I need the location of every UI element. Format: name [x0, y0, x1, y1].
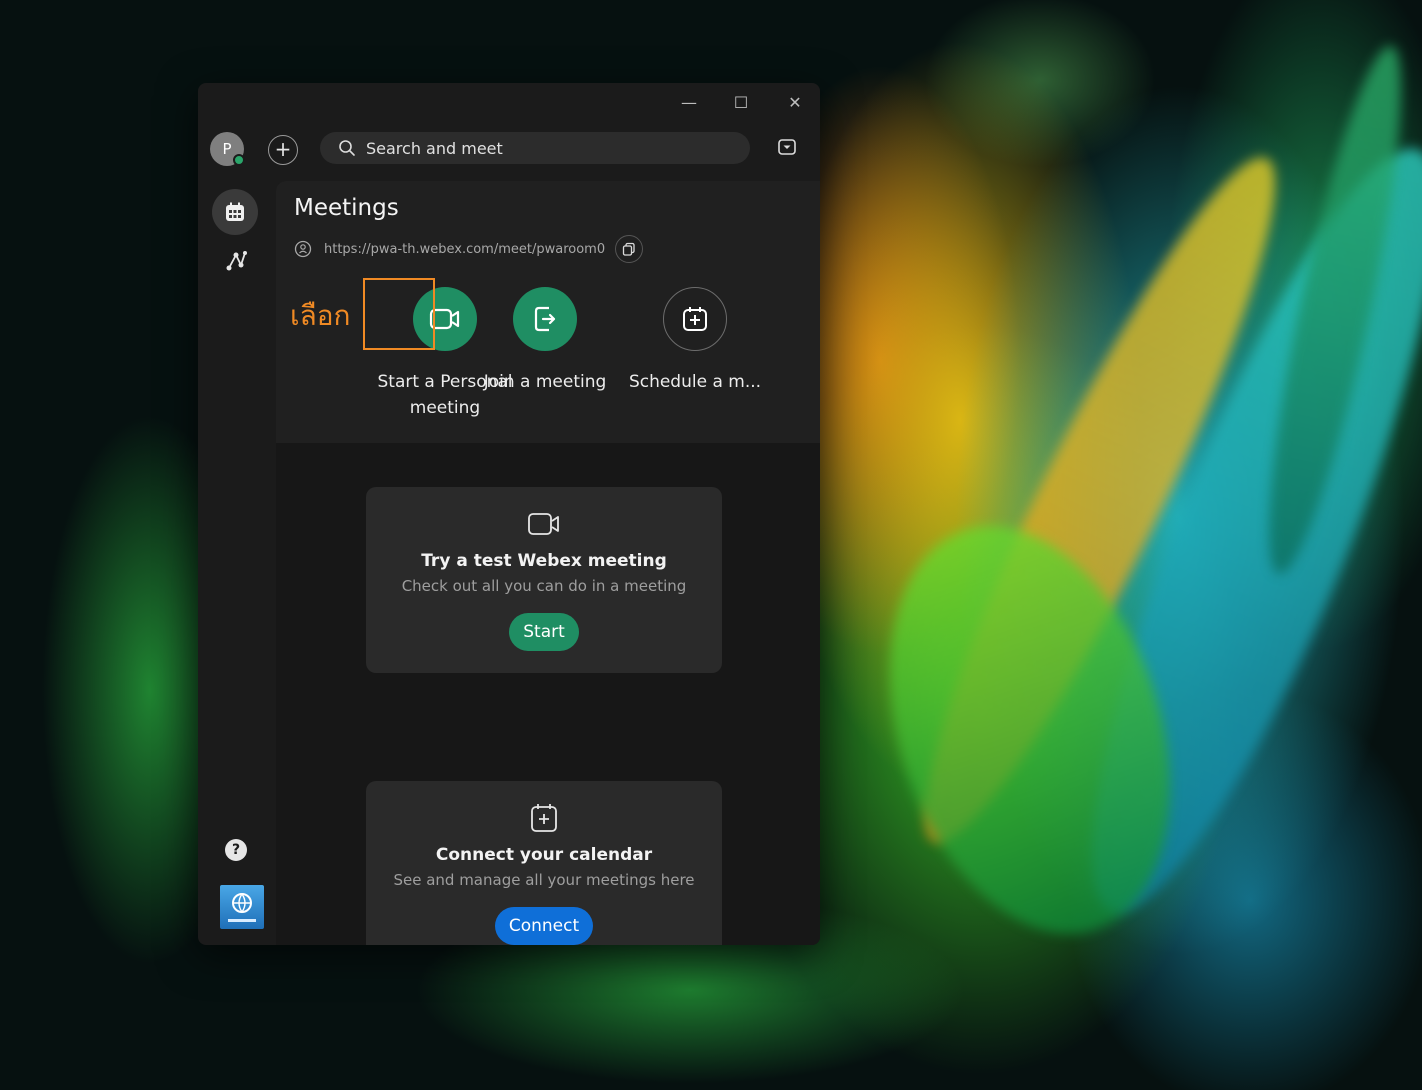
schedule-meeting-action[interactable]: Schedule a m... — [620, 287, 770, 395]
video-camera-icon — [429, 308, 460, 330]
search-icon — [339, 140, 355, 156]
personal-room-icon — [294, 240, 312, 258]
video-camera-icon — [528, 513, 559, 535]
meetings-nav-button[interactable] — [212, 189, 258, 235]
title-bar: — ☐ ✕ — [198, 83, 820, 121]
join-door-icon — [534, 306, 556, 332]
top-bar: P + Search and meet — [198, 127, 820, 173]
search-bar[interactable]: Search and meet — [320, 132, 750, 164]
annotation-label: เลือก — [290, 299, 351, 332]
personal-room-link[interactable]: https://pwa-th.webex.com/meet/pwaroom0 — [324, 242, 605, 257]
connect-calendar-description: See and manage all your meetings here — [393, 871, 695, 889]
avatar-initial: P — [222, 140, 232, 158]
help-button[interactable]: ? — [225, 839, 247, 861]
schedule-meeting-button[interactable] — [663, 287, 727, 351]
avatar[interactable]: P — [210, 132, 245, 166]
meetings-main-panel: Meetings https://pwa-th.webex.com/meet/p… — [276, 181, 820, 945]
personal-room-row: https://pwa-th.webex.com/meet/pwaroom0 — [294, 235, 644, 263]
join-meeting-label: Join a meeting — [483, 372, 607, 392]
globe-icon — [228, 893, 256, 922]
start-test-meeting-button[interactable]: Start — [509, 613, 579, 651]
add-button[interactable]: + — [268, 135, 298, 165]
calendar-add-icon — [683, 307, 707, 331]
calendar-icon — [226, 202, 244, 221]
connect-calendar-button[interactable]: Connect — [494, 907, 594, 945]
join-meeting-button[interactable] — [513, 287, 577, 351]
copy-icon — [622, 242, 635, 256]
test-meeting-title: Try a test Webex meeting — [421, 551, 667, 571]
display-settings-icon[interactable] — [776, 136, 798, 158]
test-meeting-card: Try a test Webex meeting Check out all y… — [366, 487, 722, 673]
left-navigation-rail: ? — [198, 175, 274, 945]
maximize-button[interactable]: ☐ — [726, 91, 756, 113]
connect-calendar-title: Connect your calendar — [435, 845, 653, 865]
join-meeting-action[interactable]: Join a meeting — [470, 287, 620, 395]
schedule-meeting-label: Schedule a m... — [628, 372, 762, 392]
minimize-button[interactable]: — — [674, 91, 704, 113]
close-button[interactable]: ✕ — [780, 91, 810, 113]
start-personal-meeting-button[interactable] — [413, 287, 477, 351]
app-logo-icon[interactable] — [220, 885, 264, 929]
network-connect-icon[interactable] — [224, 249, 248, 273]
copy-link-button[interactable] — [615, 235, 644, 263]
meetings-header: Meetings https://pwa-th.webex.com/meet/p… — [276, 181, 820, 443]
calendar-add-icon — [531, 804, 557, 832]
presence-status-icon — [233, 154, 245, 166]
connect-calendar-card: Connect your calendar See and manage all… — [366, 781, 722, 945]
webex-app-window: — ☐ ✕ P + Search and meet ? Meetings htt… — [198, 83, 820, 945]
test-meeting-description: Check out all you can do in a meeting — [401, 577, 687, 595]
search-input[interactable]: Search and meet — [366, 139, 503, 158]
page-title: Meetings — [294, 195, 399, 221]
